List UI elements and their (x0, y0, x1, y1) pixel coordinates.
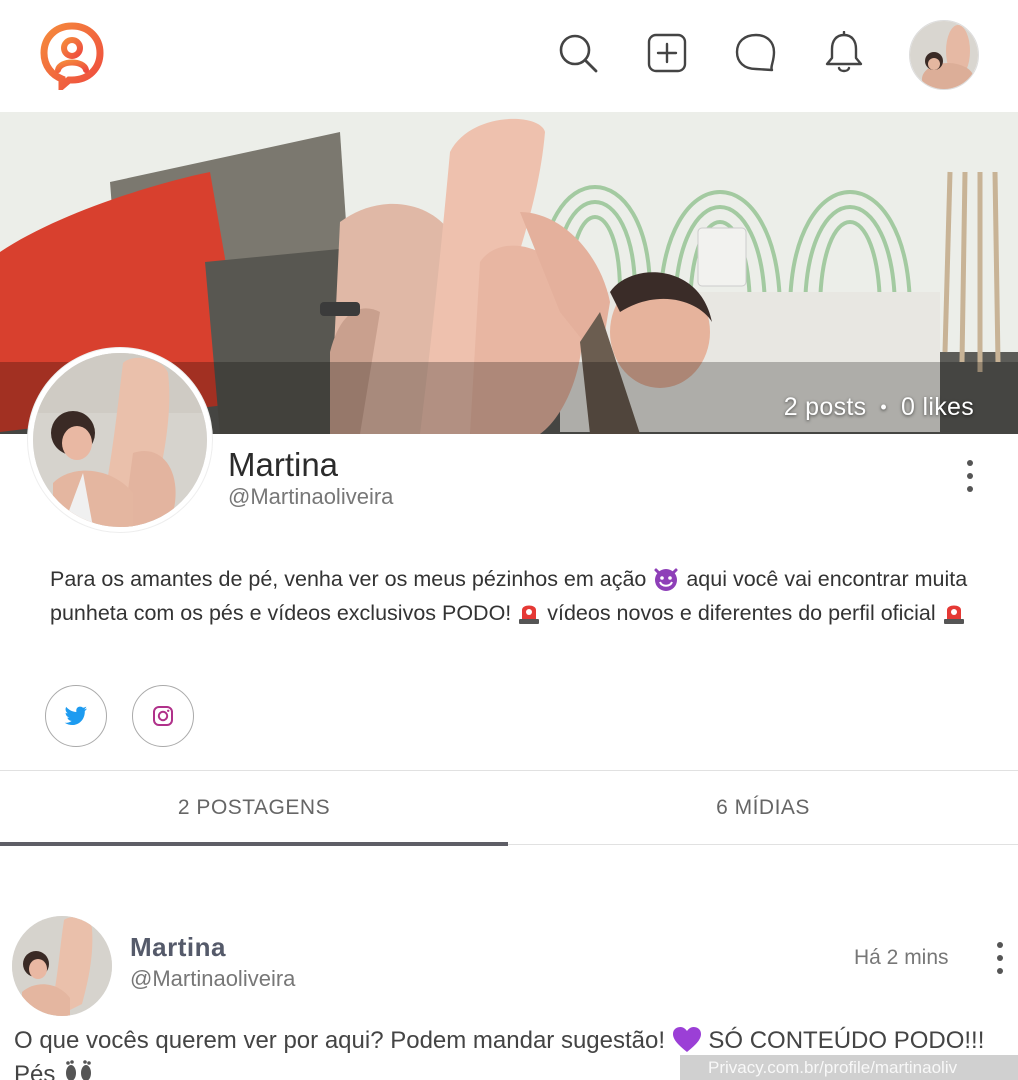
logo-icon[interactable] (40, 22, 104, 94)
top-bar (0, 0, 1018, 112)
bio-text-3: vídeos novos e diferentes do perfil ofic… (541, 601, 942, 625)
profile-more-options-icon[interactable] (960, 456, 980, 496)
profile-stats: 2 posts • 0 likes (784, 393, 974, 422)
stats-separator: • (880, 397, 888, 417)
bio-text-1: Para os amantes de pé, venha ver os meus… (50, 567, 653, 591)
tab-media[interactable]: 6 MÍDIAS (508, 772, 1018, 844)
post-author-name[interactable]: Martina (130, 932, 226, 963)
siren-emoji-icon (517, 599, 541, 625)
instagram-icon[interactable] (132, 685, 194, 747)
tabs-divider-bottom (508, 844, 1018, 845)
post-author-avatar[interactable] (12, 916, 112, 1016)
profile-bio: Para os amantes de pé, venha ver os meus… (50, 562, 970, 630)
bell-icon[interactable] (821, 30, 867, 76)
add-post-icon[interactable] (644, 30, 690, 76)
tab-posts[interactable]: 2 POSTAGENS (0, 772, 508, 844)
purple-heart-emoji-icon (672, 1026, 702, 1054)
search-icon[interactable] (555, 30, 601, 76)
user-avatar[interactable] (909, 20, 979, 90)
profile-handle: @Martinaoliveira (228, 484, 394, 509)
profile-name: Martina (228, 446, 339, 483)
footprints-emoji-icon (62, 1060, 96, 1080)
post-timestamp: Há 2 mins (854, 946, 949, 969)
active-tab-indicator (0, 842, 508, 846)
post-text-1: O que vocês querem ver por aqui? Podem m… (14, 1027, 672, 1054)
watermark: Privacy.com.br/profile/martinaoliv (680, 1055, 1018, 1080)
smiling-devil-emoji-icon (652, 564, 680, 592)
post-more-options-icon[interactable] (990, 938, 1010, 978)
twitter-icon[interactable] (45, 685, 107, 747)
chat-icon[interactable] (733, 30, 779, 76)
tabs-divider (0, 770, 1018, 771)
likes-count: 0 likes (901, 393, 974, 421)
post-author-handle: @Martinaoliveira (130, 966, 296, 991)
profile-avatar[interactable] (28, 348, 212, 532)
siren-emoji-icon (942, 599, 966, 625)
posts-count: 2 posts (783, 393, 867, 421)
